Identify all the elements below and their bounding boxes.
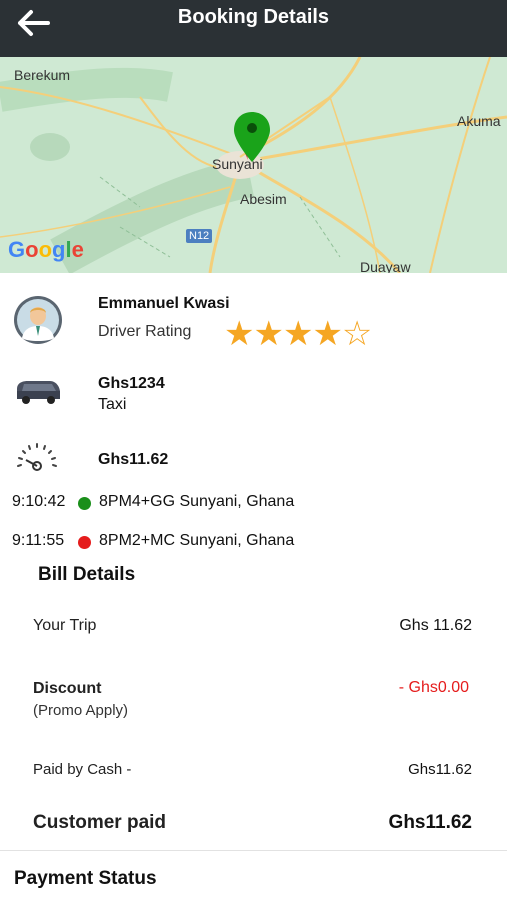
paid-by-cash-label: Paid by Cash - bbox=[33, 761, 132, 778]
pickup-address: 8PM4+GG Sunyani, Ghana bbox=[99, 493, 295, 510]
discount-label: Discount bbox=[33, 680, 102, 697]
fare-amount: Ghs11.62 bbox=[98, 451, 169, 468]
route-map[interactable]: Berekum Akuma Sunyani Abesim N12 Duayaw … bbox=[0, 57, 507, 273]
map-label-abesim: Abesim bbox=[240, 191, 287, 207]
bill-details-title: Bill Details bbox=[38, 564, 136, 585]
driver-avatar bbox=[14, 296, 62, 344]
road-shield: N12 bbox=[186, 229, 213, 243]
customer-paid-label: Customer paid bbox=[33, 812, 167, 833]
payment-status-title: Payment Status bbox=[14, 868, 157, 889]
pickup-time: 9:10:42 bbox=[12, 493, 66, 510]
car-icon bbox=[14, 377, 62, 407]
dropoff-dot-icon bbox=[78, 536, 91, 549]
map-label-berekum: Berekum bbox=[14, 67, 71, 83]
map-label-sunyani: Sunyani bbox=[212, 156, 263, 172]
top-app-bar: Booking Details bbox=[0, 0, 507, 57]
driver-rating-stars: ★★★★☆ bbox=[224, 315, 372, 353]
page-title: Booking Details bbox=[177, 6, 330, 28]
vehicle-plate: Ghs1234 bbox=[98, 375, 165, 392]
driver-name: Emmanuel Kwasi bbox=[98, 295, 230, 312]
your-trip-label: Your Trip bbox=[33, 617, 97, 634]
speedometer-icon bbox=[12, 440, 62, 476]
your-trip-value: Ghs 11.62 bbox=[399, 617, 472, 634]
dropoff-time: 9:11:55 bbox=[12, 532, 65, 549]
driver-avatar-icon bbox=[14, 296, 62, 344]
divider bbox=[0, 850, 507, 851]
map-label-akuma: Akuma bbox=[457, 113, 501, 129]
customer-paid-value: Ghs11.62 bbox=[388, 812, 472, 833]
dropoff-address: 8PM2+MC Sunyani, Ghana bbox=[99, 532, 295, 549]
discount-sub-label: (Promo Apply) bbox=[33, 702, 129, 719]
vehicle-type: Taxi bbox=[98, 396, 127, 413]
discount-value: - Ghs0.00 bbox=[398, 679, 469, 696]
driver-rating-label: Driver Rating bbox=[98, 323, 192, 340]
google-logo: Google bbox=[8, 237, 84, 262]
pickup-dot-icon bbox=[78, 497, 91, 510]
map-label-duayaw: Duayaw bbox=[360, 259, 411, 273]
paid-by-cash-value: Ghs11.62 bbox=[408, 761, 472, 778]
